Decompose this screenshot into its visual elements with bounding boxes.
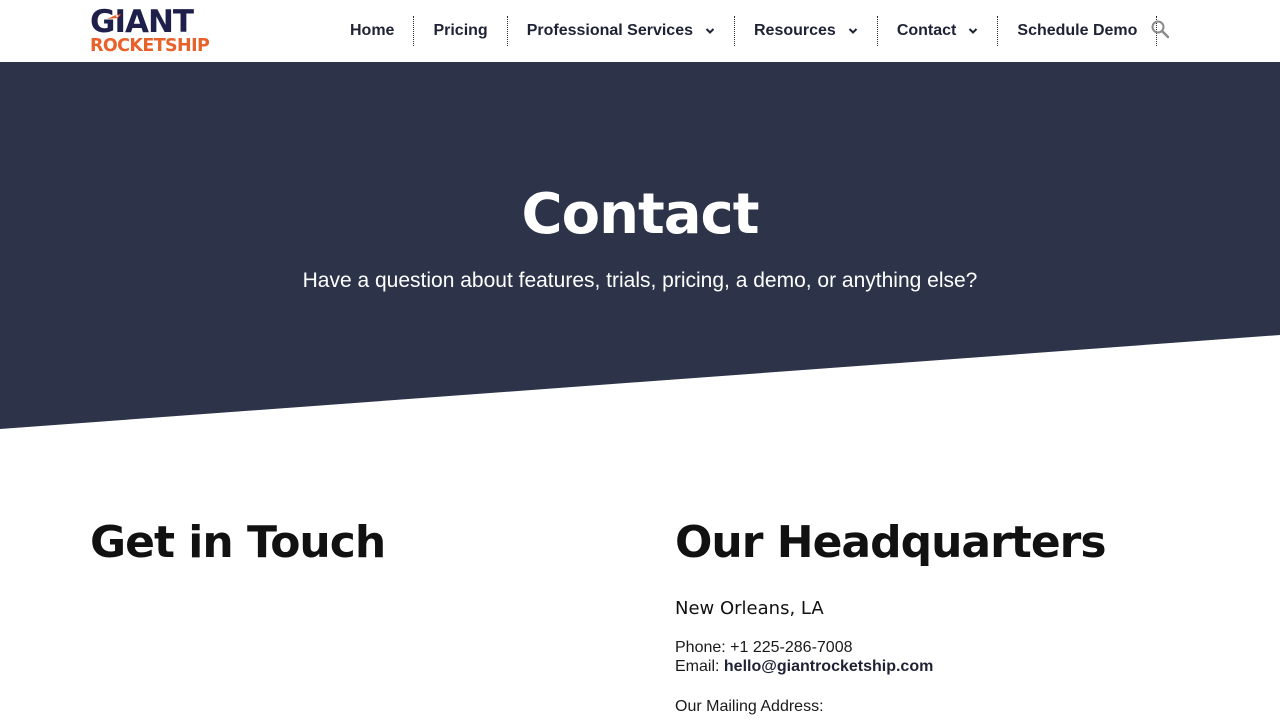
nav-item-label: Home [350,22,395,39]
nav-item-professional-services[interactable]: Professional Services [506,16,734,46]
logo-wordmark-top: GIANT [90,4,194,40]
logo-wordmark-bottom: ROCKETSHIP [90,36,210,56]
giant-rocketship-logo[interactable]: GIANT ROCKETSHIP [90,7,220,57]
get-in-touch-section: Get in Touch [90,515,610,571]
headquarters-section: Our Headquarters New Orleans, LA Phone: … [675,515,1195,716]
page-title: Contact [521,182,760,247]
phone-label: Phone: [675,639,726,656]
search-icon[interactable] [1150,19,1170,39]
nav-item-label: Contact [896,22,957,39]
nav-item-schedule-demo[interactable]: Schedule Demo [997,16,1158,46]
main-navigation: Home Pricing Professional Services Resou… [331,16,1158,46]
mailing-address-label: Our Mailing Address: [675,698,824,715]
email-label: Email: [675,658,720,675]
nav-item-home[interactable]: Home [331,16,413,46]
site-header: GIANT ROCKETSHIP Home Pricing Profession… [0,0,1280,62]
rocket-icon [107,14,121,19]
nav-item-contact[interactable]: Contact [876,16,998,46]
contact-info: Phone: +1 225-286-7008 Email: hello@gian… [675,638,1195,676]
headquarters-heading: Our Headquarters [675,517,1107,568]
phone-line: Phone: +1 225-286-7008 [675,638,1195,657]
chevron-down-icon [705,28,715,34]
nav-item-pricing[interactable]: Pricing [413,16,506,46]
nav-item-label: Schedule Demo [1017,22,1138,39]
nav-item-label: Pricing [433,22,488,39]
chevron-down-icon [969,28,978,34]
chevron-down-icon [848,28,858,34]
nav-item-label: Resources [754,22,836,39]
hero-subtitle: Have a question about features, trials, … [302,269,978,292]
email-line: Email: hello@giantrocketship.com [675,657,1195,676]
email-link[interactable]: hello@giantrocketship.com [724,658,933,675]
headquarters-city: New Orleans, LA [675,598,824,619]
nav-item-resources[interactable]: Resources [734,16,877,46]
hero-banner: Contact Have a question about features, … [0,62,1280,430]
get-in-touch-heading: Get in Touch [90,517,386,568]
nav-item-label: Professional Services [526,22,693,39]
phone-number: +1 225-286-7008 [730,639,853,656]
